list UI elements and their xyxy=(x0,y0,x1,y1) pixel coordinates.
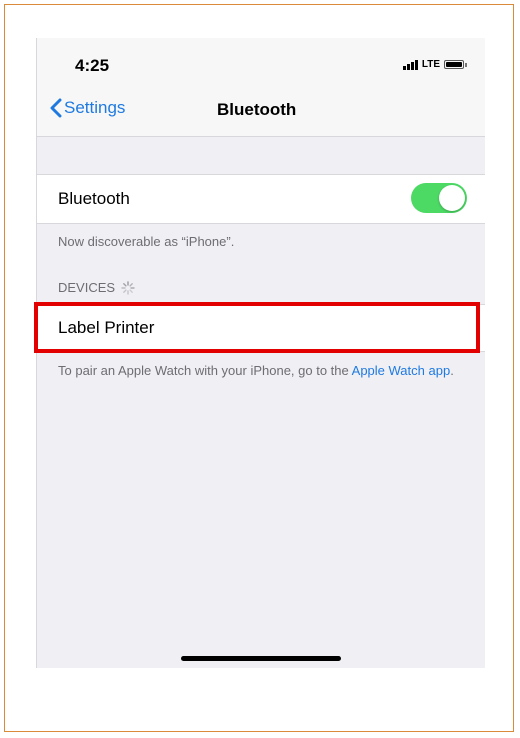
apple-watch-footnote: To pair an Apple Watch with your iPhone,… xyxy=(58,362,458,379)
discoverable-text: Now discoverable as “iPhone”. xyxy=(58,234,235,249)
page-title: Bluetooth xyxy=(217,100,297,119)
phone-screen: 4:25 LTE Settings Bluetooth Bluetooth No… xyxy=(36,38,485,668)
bluetooth-toggle[interactable] xyxy=(411,183,467,213)
loading-spinner-icon xyxy=(121,280,135,295)
bluetooth-toggle-row[interactable]: Bluetooth xyxy=(37,174,485,224)
home-indicator[interactable] xyxy=(181,656,341,661)
signal-icon xyxy=(402,59,418,70)
apple-watch-app-link[interactable]: Apple Watch app xyxy=(352,363,451,378)
chevron-left-icon xyxy=(50,98,62,118)
toggle-knob xyxy=(439,185,465,211)
back-label: Settings xyxy=(64,98,126,117)
network-type: LTE xyxy=(421,59,440,70)
device-row-label-printer[interactable]: Label Printer xyxy=(37,304,485,352)
bluetooth-label: Bluetooth xyxy=(58,189,130,208)
devices-section-header: DEVICES xyxy=(58,280,135,295)
devices-header-label: DEVICES xyxy=(58,280,116,295)
footnote-text: To pair an Apple Watch with your iPhone,… xyxy=(58,363,352,378)
battery-icon xyxy=(444,60,467,69)
status-time: 4:25 xyxy=(75,56,110,75)
status-indicators: LTE xyxy=(402,59,467,70)
footnote-end: . xyxy=(450,363,454,378)
navigation-bar: Settings Bluetooth xyxy=(37,88,485,137)
status-bar: 4:25 LTE xyxy=(37,38,485,88)
back-button[interactable]: Settings xyxy=(50,98,125,118)
device-label: Label Printer xyxy=(58,318,155,337)
